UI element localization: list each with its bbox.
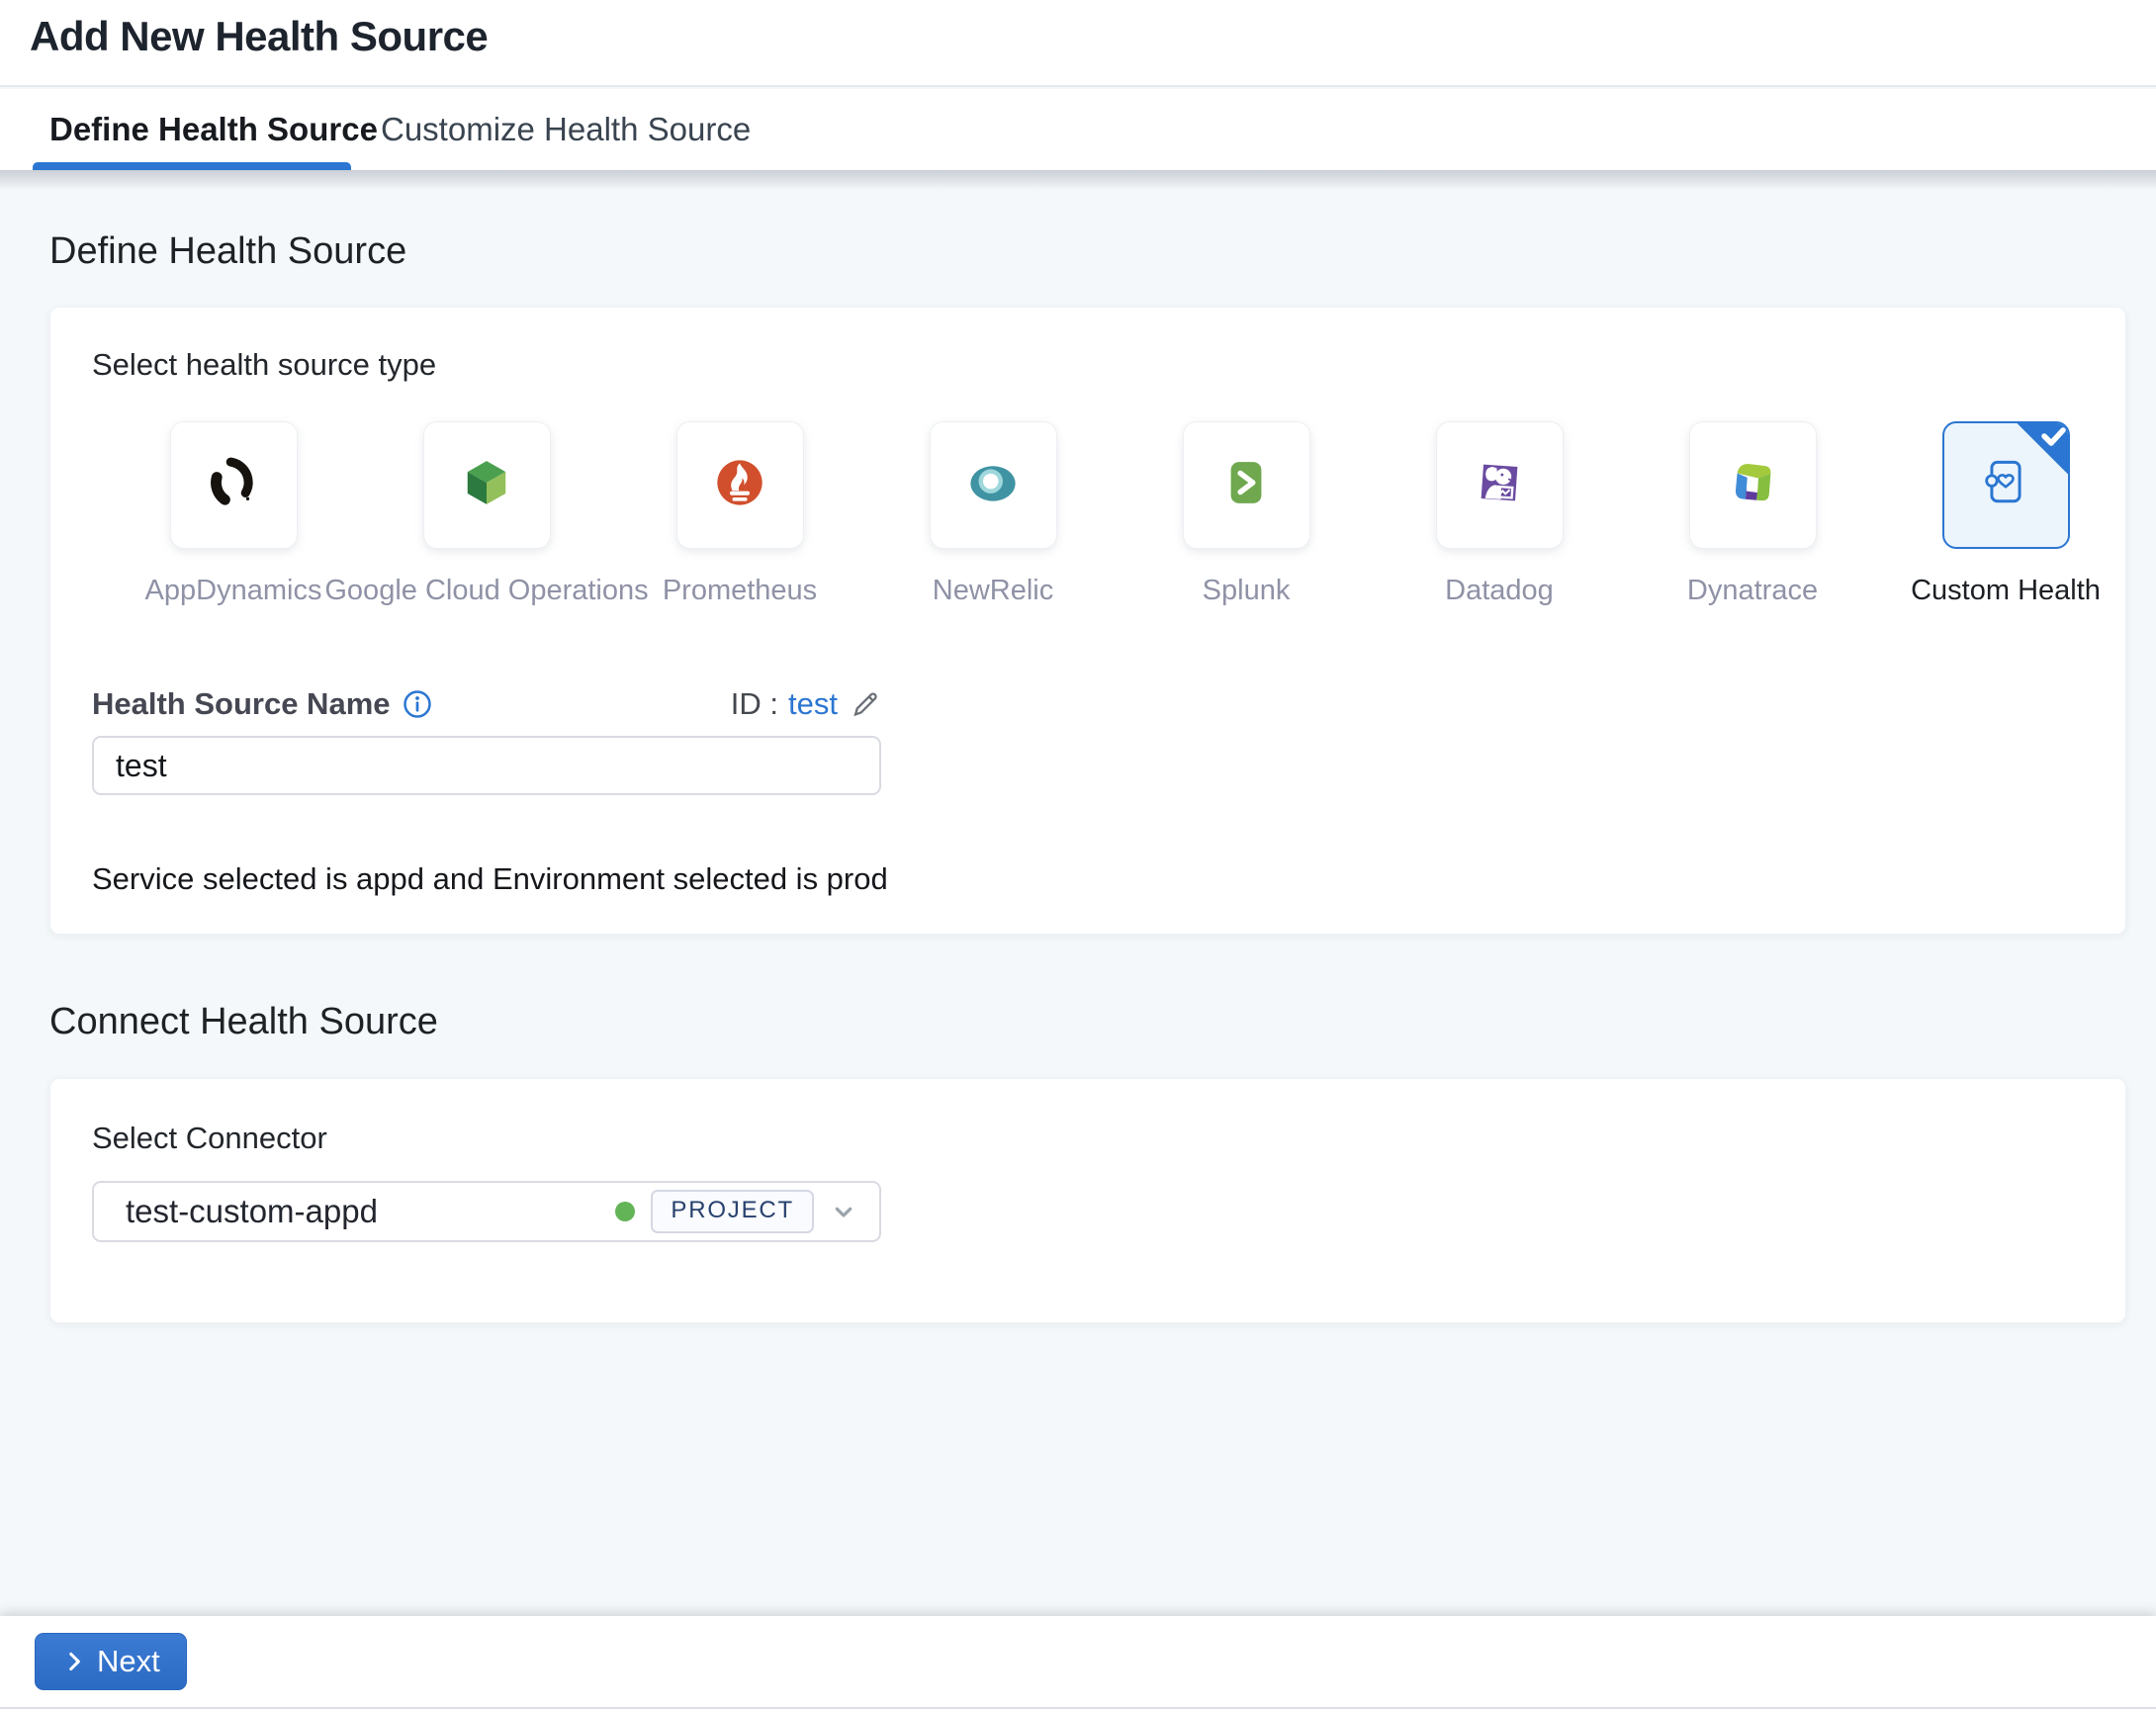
appdynamics-tile[interactable] [169,421,298,549]
health-source-type-row: AppDynamics Google Cloud Operations Prom… [107,421,2132,607]
health-source-name-label: Health Source Name [92,686,391,721]
page-title: Add New Health Source [30,13,489,59]
chevron-down-icon[interactable] [828,1196,859,1227]
info-icon[interactable] [403,689,432,719]
source-label: Splunk [1202,575,1291,606]
datadog-icon [1471,454,1528,516]
select-connector-label: Select Connector [92,1121,327,1155]
tab-bar-shadow [0,170,2156,190]
source-option-dynatrace: Dynatrace [1626,421,1879,607]
id-prefix: ID : [730,686,779,721]
source-label: Google Cloud Operations [324,575,649,606]
define-health-source-card: Select health source type AppDynamics Go… [49,307,2126,935]
connector-name: test-custom-appd [126,1193,378,1229]
appdynamics-icon [205,454,262,516]
health-source-name-row: Health Source Name ID : test [92,686,881,722]
dynatrace-tile[interactable] [1688,421,1817,549]
source-option-datadog: Datadog [1373,421,1626,607]
source-option-google-cloud-operations: Google Cloud Operations [324,421,649,607]
source-label: Dynatrace [1686,575,1819,606]
connector-select[interactable]: test-custom-appd PROJECT [92,1181,881,1242]
custom-health-tile[interactable] [1941,421,2070,549]
dynatrace-icon [1724,454,1781,516]
source-label: Custom Health [1911,575,2101,606]
newrelic-icon [964,454,1022,516]
add-health-source-page: Add New Health Source Define Health Sour… [0,0,2156,1709]
splunk-icon [1217,454,1275,516]
source-option-prometheus: Prometheus [613,421,866,607]
source-label: Datadog [1445,575,1554,606]
tab-customize-health-source[interactable]: Customize Health Source [381,89,751,170]
tab-bar: Define Health Source Customize Health So… [0,89,2156,170]
datadog-tile[interactable] [1435,421,1564,549]
page-header: Add New Health Source [0,0,2156,87]
prometheus-tile[interactable] [675,421,804,549]
connect-section-heading: Connect Health Source [49,1001,438,1042]
next-chevron-icon [69,1652,80,1671]
active-tab-underline [33,162,351,170]
source-label: AppDynamics [144,575,322,606]
source-option-custom-health: Custom Health [1879,421,2132,607]
custom-health-icon [1976,453,2035,517]
edit-pencil-icon[interactable] [850,688,881,720]
source-option-splunk: Splunk [1120,421,1373,607]
id-display: ID : test [731,686,881,722]
prometheus-icon [711,454,768,516]
next-button-label: Next [97,1644,160,1678]
select-source-type-label: Select health source type [92,347,437,382]
define-section-heading: Define Health Source [49,230,407,272]
splunk-tile[interactable] [1182,421,1310,549]
newrelic-tile[interactable] [929,421,1057,549]
connect-health-source-card: Select Connector test-custom-appd PROJEC… [49,1078,2126,1323]
google-cloud-operations-icon [459,455,514,515]
tab-define-health-source[interactable]: Define Health Source [49,89,378,170]
id-value: test [788,686,838,721]
google-cloud-operations-tile[interactable] [422,421,551,549]
connectivity-status-dot [615,1202,636,1221]
source-option-appdynamics: AppDynamics [107,421,360,607]
service-environment-note: Service selected is appd and Environment… [92,861,888,896]
source-label: NewRelic [932,575,1054,606]
health-source-name-input[interactable] [92,736,881,795]
next-button[interactable]: Next [35,1633,187,1690]
scope-badge: PROJECT [651,1190,814,1233]
source-option-newrelic: NewRelic [866,421,1120,607]
source-label: Prometheus [662,575,818,606]
footer-bar: Next [0,1616,2156,1709]
